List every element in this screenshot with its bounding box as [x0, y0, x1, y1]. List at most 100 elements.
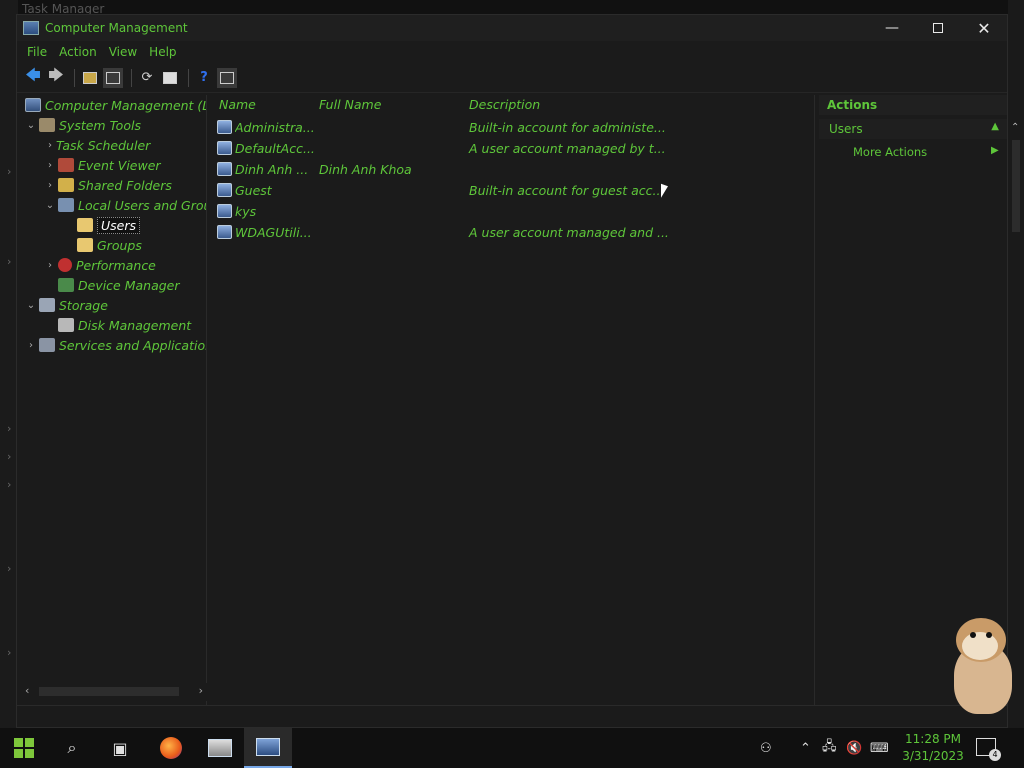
people-icon[interactable]: ⚇: [760, 728, 772, 768]
keyboard-icon[interactable]: ⌨: [870, 728, 889, 768]
tree-item-users[interactable]: Users: [75, 215, 141, 235]
computer-management-taskbar-button[interactable]: [244, 728, 292, 768]
more-actions-link[interactable]: More Actions: [853, 145, 927, 159]
tree-item-computer-management[interactable]: Computer Management (Lo: [23, 95, 206, 115]
window-title: Computer Management: [45, 21, 188, 35]
tree-item-local-users-and-groups[interactable]: ⌄ Local Users and Grou: [44, 195, 206, 215]
table-row[interactable]: Administra... Built-in account for admin…: [215, 117, 811, 138]
column-header-name[interactable]: Name: [219, 97, 256, 112]
tree-item-device-manager[interactable]: Device Manager: [56, 275, 180, 295]
refresh-icon[interactable]: ⟳: [137, 68, 157, 88]
computer-management-icon: [25, 98, 41, 112]
menu-help[interactable]: Help: [143, 45, 182, 59]
user-icon: [217, 183, 232, 197]
chevron-right-icon[interactable]: ›: [44, 260, 56, 271]
task-view-icon: ▣: [112, 738, 128, 758]
menu-view[interactable]: View: [103, 45, 143, 59]
menu-bar: File Action View Help: [17, 41, 1007, 63]
show-hidden-icons-icon[interactable]: ⌃: [800, 728, 811, 768]
clock-time: 11:28 PM: [905, 732, 961, 746]
chevron-down-icon[interactable]: ⌄: [25, 300, 37, 311]
search-button[interactable]: ⌕: [48, 728, 96, 768]
tree-item-system-tools[interactable]: ⌄ System Tools: [25, 115, 141, 135]
chevron-down-icon[interactable]: ⌄: [25, 120, 37, 131]
performance-icon: [58, 258, 72, 272]
users-list: Name Full Name Description Administra...…: [211, 95, 815, 705]
task-view-button[interactable]: ▣: [96, 728, 144, 768]
shared-folders-icon: [58, 178, 74, 192]
windows-logo-icon: [14, 738, 34, 758]
up-folder-icon[interactable]: [80, 68, 100, 88]
user-icon: [217, 225, 232, 239]
minimize-button[interactable]: —: [869, 15, 915, 41]
submenu-arrow-icon[interactable]: ▶: [991, 145, 999, 156]
tree-item-groups[interactable]: Groups: [75, 235, 142, 255]
start-button[interactable]: [0, 728, 48, 768]
user-icon: [217, 162, 232, 176]
chevron-right-icon[interactable]: ›: [25, 340, 37, 351]
chevron-right-icon: ›: [7, 478, 12, 491]
menu-action[interactable]: Action: [53, 45, 103, 59]
collapse-triangle-icon[interactable]: ▲: [991, 121, 999, 132]
menu-file[interactable]: File: [21, 45, 53, 59]
tree-item-performance[interactable]: › Performance: [44, 255, 156, 275]
help-icon[interactable]: ?: [194, 68, 214, 88]
actions-header: Actions: [819, 95, 1007, 115]
event-viewer-icon: [58, 158, 74, 172]
tree-item-task-scheduler[interactable]: › Task Scheduler: [44, 135, 150, 155]
network-icon[interactable]: 🖧: [822, 728, 837, 768]
tree-item-disk-management[interactable]: Disk Management: [56, 315, 191, 335]
console-tree: Computer Management (Lo ⌄ System Tools ›…: [21, 95, 207, 705]
services-icon: [39, 338, 55, 352]
tree-item-services-and-applications[interactable]: › Services and Applicatior: [25, 335, 206, 355]
storage-icon: [39, 298, 55, 312]
chevron-right-icon: ›: [7, 422, 12, 435]
forward-arrow-icon[interactable]: 🡆: [46, 66, 66, 88]
scroll-right-arrow-icon[interactable]: ›: [199, 684, 203, 697]
toolbar: 🡄 🡆 ⟳ ?: [17, 63, 1007, 93]
toolbar-separator: [74, 68, 75, 87]
tree-item-shared-folders[interactable]: › Shared Folders: [44, 175, 172, 195]
column-header-full-name[interactable]: Full Name: [319, 97, 381, 112]
folder-icon: [77, 238, 93, 252]
chevron-right-icon: ›: [7, 562, 12, 575]
chevron-right-icon[interactable]: ›: [44, 160, 56, 171]
scroll-up-arrow-icon[interactable]: ⌃: [1011, 122, 1019, 133]
system-tools-icon: [39, 118, 55, 132]
chevron-right-icon[interactable]: ›: [44, 140, 56, 151]
firefox-taskbar-button[interactable]: [147, 728, 195, 768]
task-manager-taskbar-button[interactable]: [196, 728, 244, 768]
chevron-right-icon: ›: [7, 450, 12, 463]
maximize-icon: [933, 23, 943, 33]
scrollbar-thumb[interactable]: [1012, 140, 1020, 232]
taskbar: ⌕ ▣ ⚇ ⌃ 🖧 🔇 ⌨ 11:28 PM 3/31/2023 4: [0, 728, 1024, 768]
tree-horizontal-scrollbar[interactable]: ‹ ›: [21, 683, 207, 701]
tree-item-storage[interactable]: ⌄ Storage: [25, 295, 108, 315]
back-arrow-icon[interactable]: 🡄: [23, 66, 43, 88]
volume-muted-icon[interactable]: 🔇: [846, 728, 862, 768]
table-row[interactable]: kys: [215, 201, 811, 222]
actions-section-users[interactable]: Users ▲: [819, 119, 1007, 139]
hamster-mascot-image: [948, 614, 1018, 720]
title-bar[interactable]: Computer Management — ✕: [17, 15, 1007, 41]
chevron-right-icon: ›: [7, 646, 12, 659]
tree-item-event-viewer[interactable]: › Event Viewer: [44, 155, 161, 175]
table-row[interactable]: Dinh Anh ... Dinh Anh Khoa: [215, 159, 811, 180]
maximize-button[interactable]: [915, 15, 961, 41]
status-bar: [17, 705, 1007, 727]
chevron-down-icon[interactable]: ⌄: [44, 200, 56, 211]
table-row[interactable]: DefaultAcc... A user account managed by …: [215, 138, 811, 159]
scrollbar-thumb[interactable]: [39, 687, 179, 696]
close-button[interactable]: ✕: [961, 15, 1007, 41]
export-list-icon[interactable]: [160, 68, 180, 88]
chevron-right-icon[interactable]: ›: [44, 180, 56, 191]
table-row[interactable]: Guest Built-in account for guest acc...: [215, 180, 811, 201]
taskbar-clock[interactable]: 11:28 PM 3/31/2023: [900, 731, 966, 765]
show-hide-console-tree-icon[interactable]: [103, 67, 123, 88]
table-row[interactable]: WDAGUtili... A user account managed and …: [215, 222, 811, 243]
column-header-description[interactable]: Description: [469, 97, 540, 112]
notification-count-badge: 4: [989, 749, 1001, 761]
scroll-left-arrow-icon[interactable]: ‹: [25, 684, 29, 697]
show-hide-action-pane-icon[interactable]: [217, 67, 237, 88]
device-manager-icon: [58, 278, 74, 292]
